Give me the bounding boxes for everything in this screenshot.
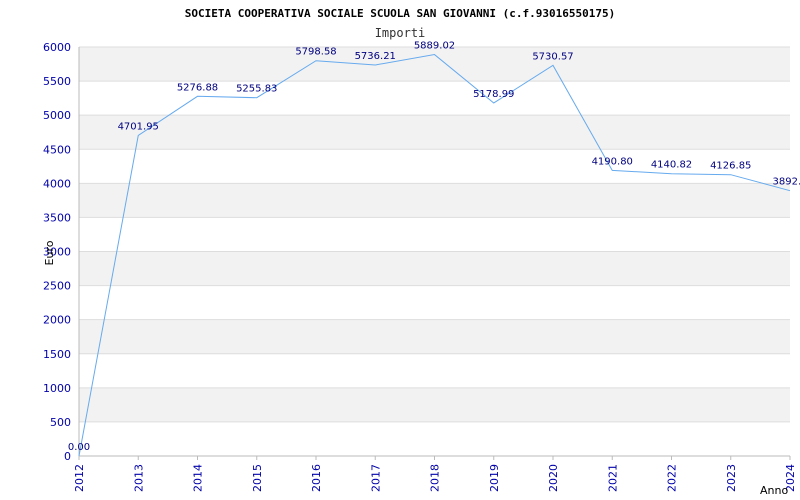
x-tick-label: 2019 xyxy=(488,464,501,492)
y-tick-label: 6000 xyxy=(43,41,71,54)
y-tick-label: 2000 xyxy=(43,314,71,327)
data-label: 4701.95 xyxy=(118,121,159,132)
data-label: 5798.58 xyxy=(295,47,336,58)
x-tick-label: 2018 xyxy=(429,464,442,492)
x-axis-label: Anno xyxy=(760,484,788,497)
data-label: 5730.57 xyxy=(532,51,573,62)
x-tick-label: 2023 xyxy=(725,464,738,492)
chart-subtitle: Importi xyxy=(375,26,426,40)
y-tick-label: 500 xyxy=(50,416,71,429)
x-axis-ticks: 2012 2013 2014 2015 2016 2017 2018 2019 2020 2021… xyxy=(73,456,797,492)
x-tick-label: 2014 xyxy=(192,464,205,492)
y-tick-label: 1000 xyxy=(43,382,71,395)
data-label: 5276.88 xyxy=(177,82,218,93)
data-label: 0.00 xyxy=(68,442,90,453)
x-tick-label: 2022 xyxy=(666,464,679,492)
x-tick-label: 2015 xyxy=(251,464,264,492)
y-tick-label: 4000 xyxy=(43,177,71,190)
data-label: 5889.02 xyxy=(414,41,455,52)
plot-band xyxy=(79,47,790,82)
plot-bands xyxy=(79,47,790,422)
x-tick-label: 2021 xyxy=(606,464,619,492)
y-tick-label: 2500 xyxy=(43,280,71,293)
y-tick-label: 5500 xyxy=(43,75,71,88)
x-tick-label: 2020 xyxy=(547,464,560,492)
y-tick-label: 1500 xyxy=(43,348,71,361)
chart-title: SOCIETA COOPERATIVA SOCIALE SCUOLA SAN G… xyxy=(185,7,615,20)
y-tick-label: 5000 xyxy=(43,109,71,122)
y-tick-label: 4500 xyxy=(43,143,71,156)
data-label: 5178.99 xyxy=(473,89,514,100)
x-tick-label: 2012 xyxy=(73,464,86,492)
x-tick-label: 2013 xyxy=(132,464,145,492)
line-chart: 0500100015002000250030003500400045005000… xyxy=(43,7,800,497)
x-tick-label: 2017 xyxy=(369,464,382,492)
plot-band xyxy=(79,115,790,150)
plot-band xyxy=(79,387,790,422)
data-label: 4126.85 xyxy=(710,161,751,172)
data-label: 5255.83 xyxy=(236,84,277,95)
y-axis-label: Euro xyxy=(43,240,56,265)
data-label: 5736.21 xyxy=(355,51,396,62)
plot-band xyxy=(79,251,790,286)
plot-band xyxy=(79,183,790,218)
data-label: 3892.1 xyxy=(773,177,800,188)
data-label: 4190.80 xyxy=(592,156,633,167)
y-tick-label: 3500 xyxy=(43,211,71,224)
data-label: 4140.82 xyxy=(651,160,692,171)
plot-band xyxy=(79,319,790,354)
x-tick-label: 2016 xyxy=(310,464,323,492)
